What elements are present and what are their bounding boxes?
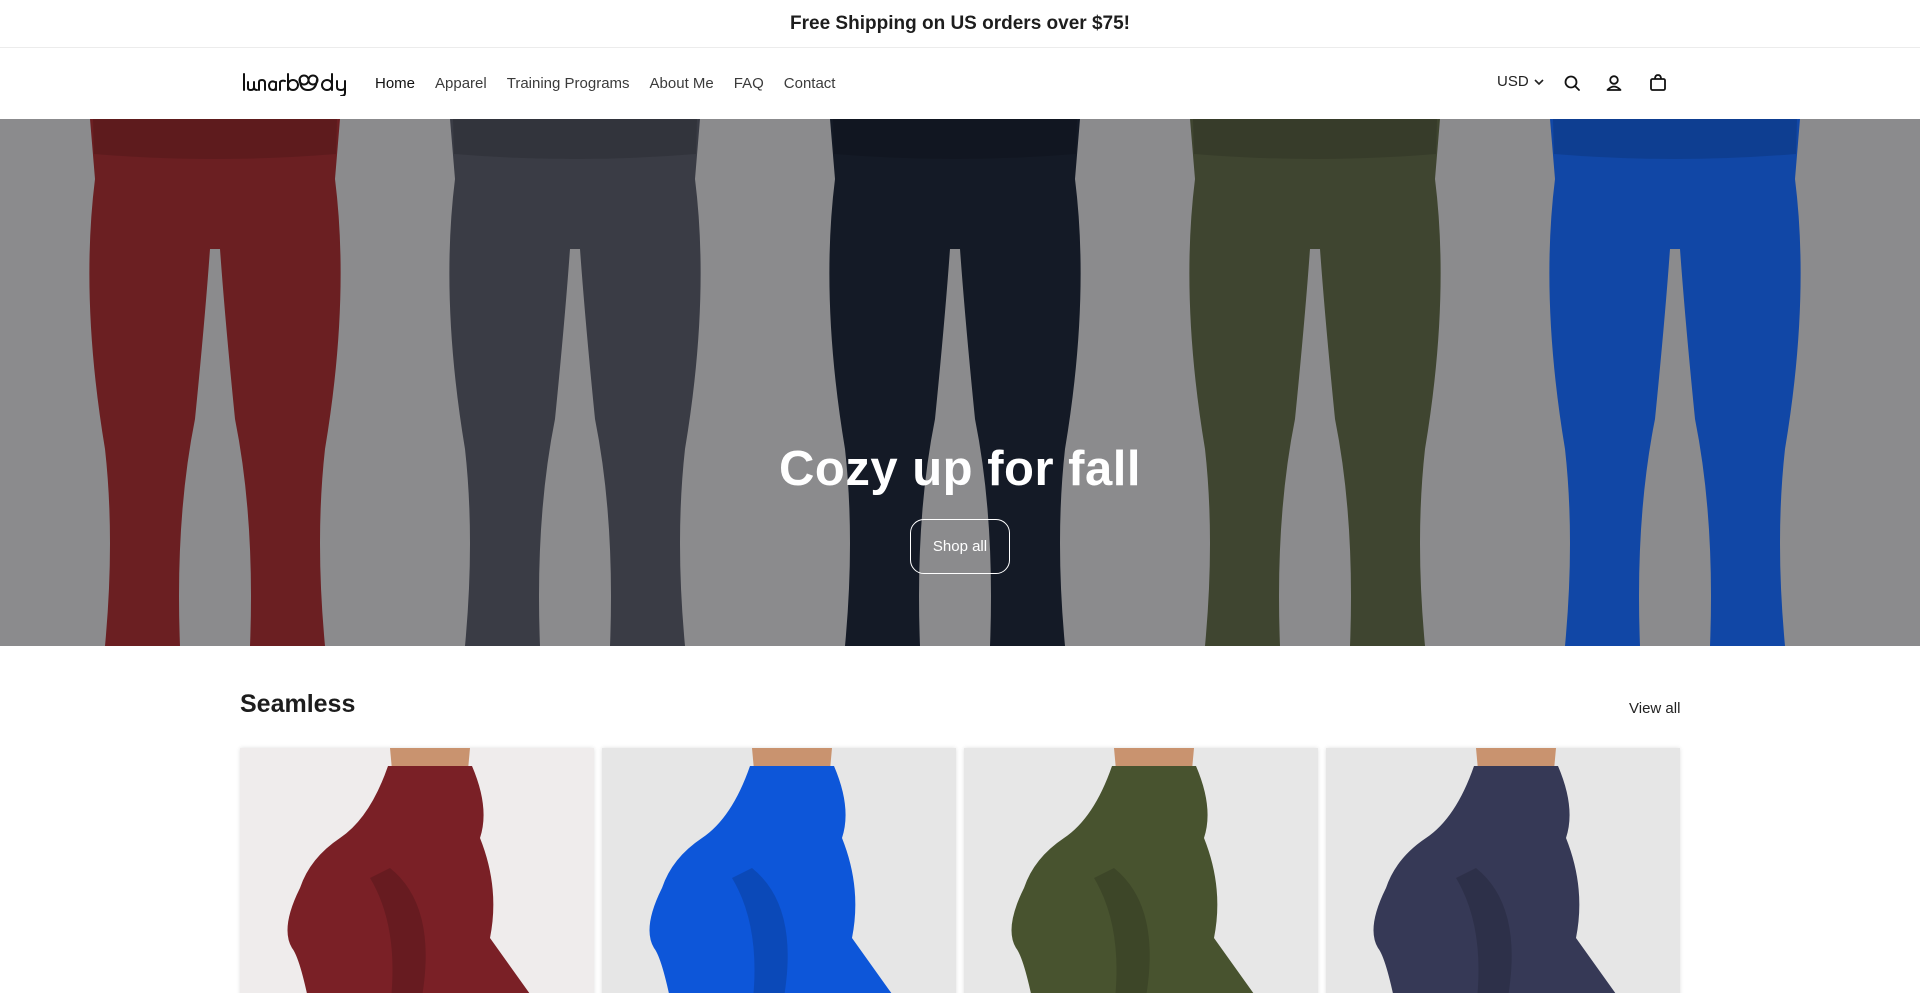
product-card[interactable] — [602, 748, 956, 993]
product-image — [602, 748, 956, 993]
nav-home[interactable]: Home — [375, 75, 415, 92]
product-image — [964, 748, 1318, 993]
product-image — [240, 748, 594, 993]
nav-training-programs[interactable]: Training Programs — [507, 75, 630, 92]
main-nav: Home Apparel Training Programs About Me … — [375, 48, 855, 119]
hero-legging — [1189, 119, 1441, 646]
nav-faq[interactable]: FAQ — [734, 75, 764, 92]
cart-icon[interactable] — [1647, 72, 1669, 94]
announcement-bar: Free Shipping on US orders over $75! — [0, 0, 1920, 48]
product-card[interactable] — [964, 748, 1318, 993]
product-image — [1326, 748, 1680, 993]
hero-legging — [89, 119, 341, 646]
hero-legging — [1549, 119, 1801, 646]
nav-apparel[interactable]: Apparel — [435, 75, 487, 92]
announcement-text: Free Shipping on US orders over $75! — [790, 12, 1130, 34]
view-all-link[interactable]: View all — [1629, 700, 1680, 717]
hero-banner: Cozy up for fall Shop all — [0, 119, 1920, 646]
nav-about-me[interactable]: About Me — [650, 75, 714, 92]
account-icon[interactable] — [1603, 72, 1625, 94]
currency-label: USD — [1497, 73, 1529, 90]
product-grid — [240, 748, 1680, 993]
site-header: Home Apparel Training Programs About Me … — [0, 48, 1920, 119]
collection-title: Seamless — [240, 690, 356, 718]
product-card[interactable] — [240, 748, 594, 993]
nav-contact[interactable]: Contact — [784, 75, 836, 92]
currency-selector[interactable]: USD — [1497, 73, 1545, 90]
brand-logo[interactable] — [242, 68, 354, 97]
product-card[interactable] — [1326, 748, 1680, 993]
shop-all-button[interactable]: Shop all — [910, 519, 1010, 574]
search-icon[interactable] — [1561, 72, 1583, 94]
chevron-down-icon — [1534, 78, 1544, 85]
hero-legging — [449, 119, 701, 646]
hero-title: Cozy up for fall — [779, 442, 1141, 496]
